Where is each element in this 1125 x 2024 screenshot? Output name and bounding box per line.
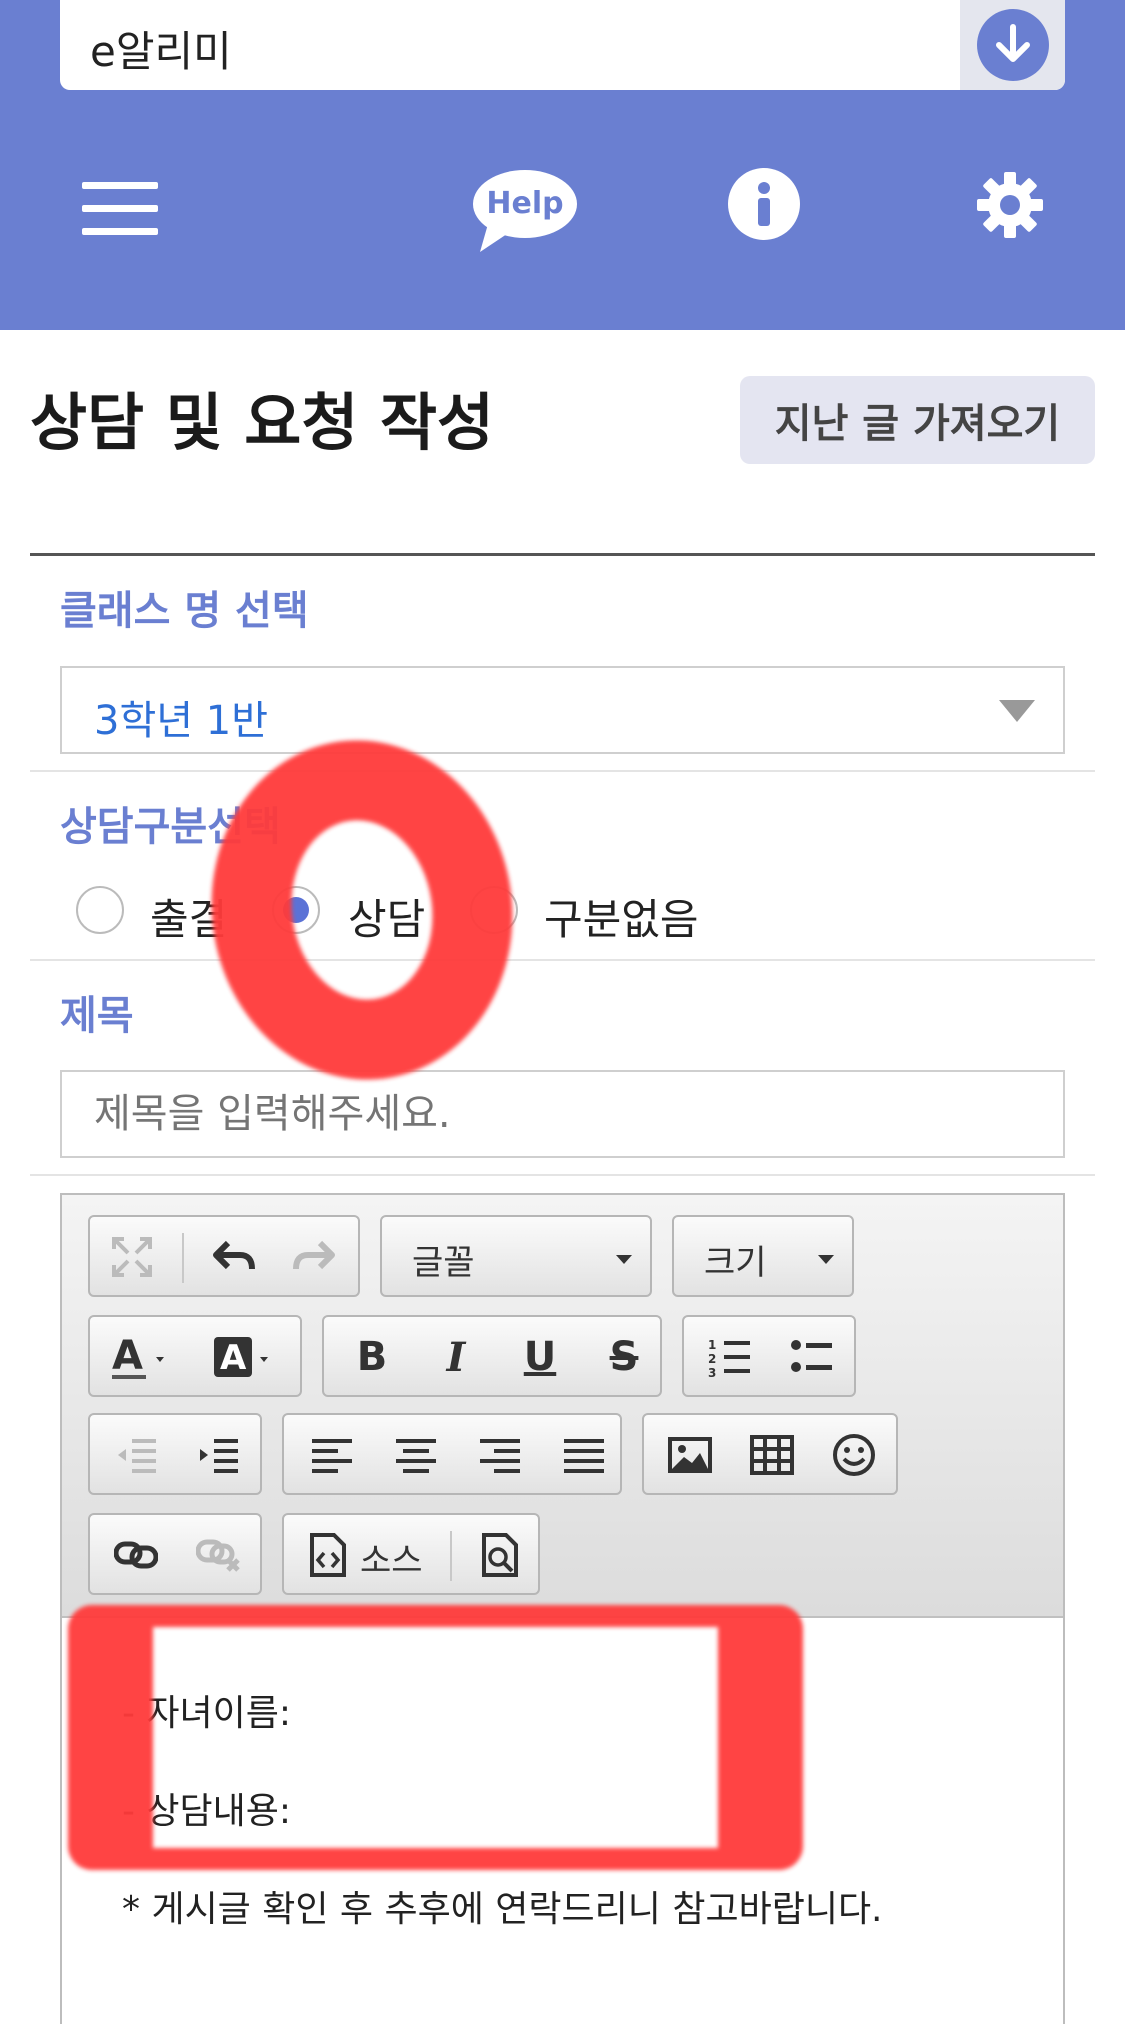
numbered-list-icon[interactable]: 123 bbox=[704, 1331, 756, 1383]
emoji-icon[interactable] bbox=[828, 1429, 880, 1481]
arrow-down-icon bbox=[976, 9, 1049, 81]
bold-icon[interactable]: B bbox=[346, 1331, 398, 1383]
background-color-icon[interactable]: A bbox=[212, 1331, 292, 1383]
source-group: 소스 bbox=[282, 1513, 540, 1595]
color-group: A A bbox=[88, 1315, 302, 1397]
image-icon[interactable] bbox=[664, 1429, 716, 1481]
red-circle-annotation bbox=[189, 720, 535, 1100]
help-label: Help bbox=[486, 186, 564, 221]
underline-icon[interactable]: U bbox=[514, 1331, 566, 1383]
svg-text:A: A bbox=[220, 1338, 247, 1378]
page-title: 상담 및 요청 작성 bbox=[30, 386, 495, 459]
editor-toolbar: 글꼴 크기 A A B I U S 123 소스 bbox=[62, 1195, 1063, 1618]
align-center-icon[interactable] bbox=[390, 1429, 442, 1481]
svg-text:2: 2 bbox=[708, 1352, 716, 1366]
undo-icon[interactable] bbox=[208, 1231, 260, 1283]
history-group bbox=[88, 1215, 360, 1297]
app-header: e알리미 Help bbox=[0, 0, 1125, 330]
text-color-icon[interactable]: A bbox=[110, 1331, 180, 1383]
svg-text:3: 3 bbox=[708, 1366, 716, 1377]
outdent-icon[interactable] bbox=[110, 1429, 162, 1481]
subject-input[interactable] bbox=[60, 1070, 1065, 1158]
align-left-icon[interactable] bbox=[306, 1429, 358, 1481]
dropdown-arrow-icon bbox=[999, 700, 1035, 722]
gear-icon[interactable] bbox=[975, 170, 1045, 240]
info-icon[interactable] bbox=[728, 168, 800, 240]
divider bbox=[30, 770, 1095, 772]
insert-group bbox=[642, 1413, 898, 1495]
load-previous-button[interactable]: 지난 글 가져오기 bbox=[740, 376, 1095, 464]
maximize-icon[interactable] bbox=[106, 1231, 158, 1283]
redo-icon[interactable] bbox=[288, 1231, 340, 1283]
svg-text:A: A bbox=[112, 1333, 143, 1379]
size-combo[interactable]: 크기 bbox=[672, 1215, 854, 1297]
source-label[interactable]: 소스 bbox=[360, 1533, 423, 1582]
radio-attendance[interactable] bbox=[76, 886, 124, 934]
align-group bbox=[282, 1413, 622, 1495]
divider bbox=[30, 959, 1095, 961]
menu-icon[interactable] bbox=[82, 182, 158, 236]
font-combo[interactable]: 글꼴 bbox=[380, 1215, 652, 1297]
size-combo-label: 크기 bbox=[704, 1243, 767, 1283]
download-button[interactable] bbox=[960, 0, 1065, 90]
content-line: * 게시글 확인 후 추후에 연락드리니 참고바랍니다. bbox=[122, 1889, 883, 1930]
svg-text:1: 1 bbox=[708, 1338, 716, 1352]
font-combo-label: 글꼴 bbox=[412, 1243, 475, 1283]
align-right-icon[interactable] bbox=[474, 1429, 526, 1481]
app-bar: e알리미 bbox=[60, 0, 1065, 90]
bullet-list-icon[interactable] bbox=[786, 1331, 838, 1383]
italic-icon[interactable]: I bbox=[430, 1331, 482, 1383]
help-icon[interactable]: Help bbox=[470, 168, 580, 254]
preview-icon[interactable] bbox=[474, 1529, 526, 1581]
radio-none-label[interactable]: 구분없음 bbox=[544, 886, 699, 947]
red-box-annotation bbox=[68, 1605, 803, 1870]
app-title: e알리미 bbox=[90, 27, 232, 76]
link-group bbox=[88, 1513, 262, 1595]
link-icon[interactable] bbox=[110, 1529, 162, 1581]
class-select-value: 3학년 1반 bbox=[94, 698, 269, 744]
subject-label: 제목 bbox=[60, 993, 134, 1039]
justify-icon[interactable] bbox=[558, 1429, 610, 1481]
indent-group bbox=[88, 1413, 262, 1495]
chevron-down-icon bbox=[818, 1255, 834, 1264]
format-group: B I U S bbox=[322, 1315, 662, 1397]
source-code-icon[interactable] bbox=[302, 1529, 354, 1581]
strikethrough-icon[interactable]: S bbox=[598, 1331, 650, 1383]
table-icon[interactable] bbox=[746, 1429, 798, 1481]
class-select-label: 클래스 명 선택 bbox=[60, 588, 309, 634]
indent-icon[interactable] bbox=[192, 1429, 244, 1481]
class-select[interactable]: 3학년 1반 bbox=[60, 666, 1065, 754]
list-group: 123 bbox=[682, 1315, 856, 1397]
title-divider bbox=[30, 553, 1095, 556]
unlink-icon[interactable] bbox=[192, 1529, 244, 1581]
divider bbox=[30, 1174, 1095, 1176]
chevron-down-icon bbox=[616, 1255, 632, 1264]
